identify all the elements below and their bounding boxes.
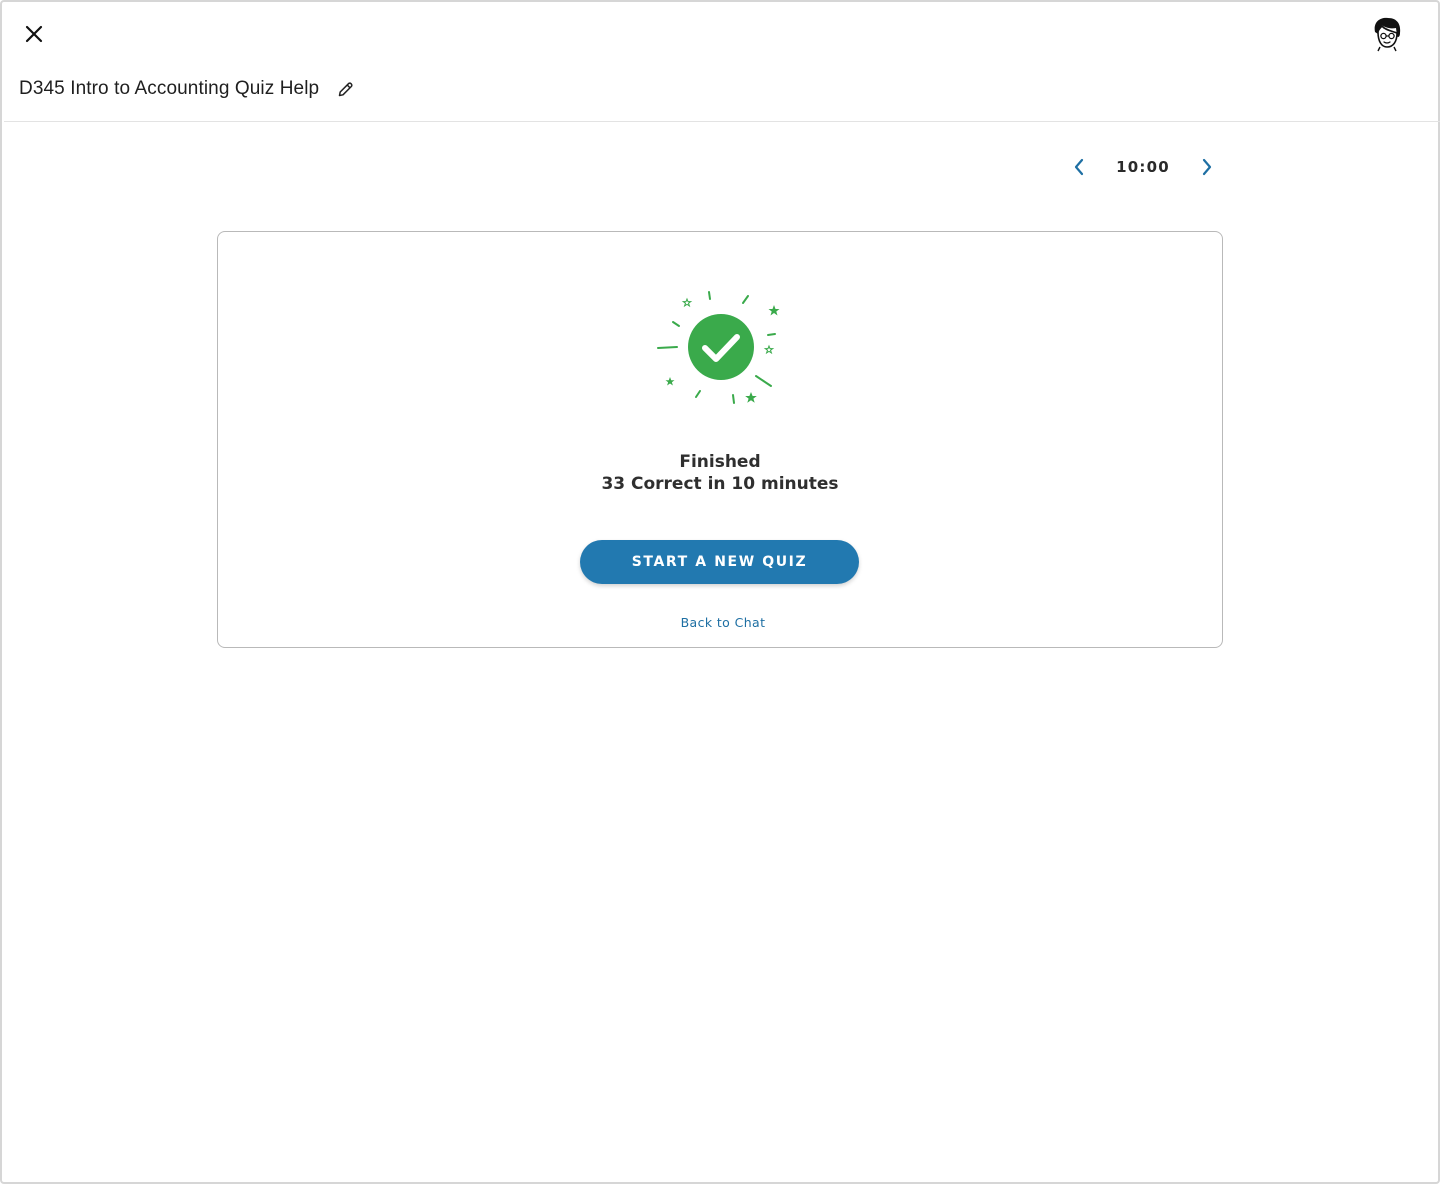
check-circle-icon: [657, 291, 780, 404]
next-button[interactable]: [1196, 152, 1218, 182]
user-avatar-icon: [1374, 17, 1401, 52]
pencil-icon: [338, 81, 353, 96]
quiz-window: D345 Intro to Accounting Quiz Help 10:00: [0, 0, 1440, 1184]
user-avatar[interactable]: [1370, 16, 1404, 52]
header-divider: [4, 121, 1440, 122]
close-button[interactable]: [20, 20, 48, 48]
title-row: D345 Intro to Accounting Quiz Help: [19, 78, 355, 100]
quiz-result-card: Finished 33 Correct in 10 minutes START …: [217, 231, 1223, 648]
start-new-quiz-button[interactable]: START A NEW QUIZ: [580, 540, 859, 584]
result-title: Finished: [679, 452, 761, 472]
page-title: D345 Intro to Accounting Quiz Help: [19, 78, 320, 99]
chevron-left-icon: [1074, 158, 1084, 176]
previous-button[interactable]: [1068, 152, 1090, 182]
edit-title-button[interactable]: [335, 79, 355, 99]
back-to-chat-link[interactable]: Back to Chat: [218, 615, 1228, 630]
result-summary: 33 Correct in 10 minutes: [601, 474, 839, 494]
close-icon: [25, 25, 43, 43]
timer-navigation: 10:00: [1068, 152, 1218, 182]
timer-value: 10:00: [1116, 158, 1170, 176]
chevron-right-icon: [1202, 158, 1212, 176]
